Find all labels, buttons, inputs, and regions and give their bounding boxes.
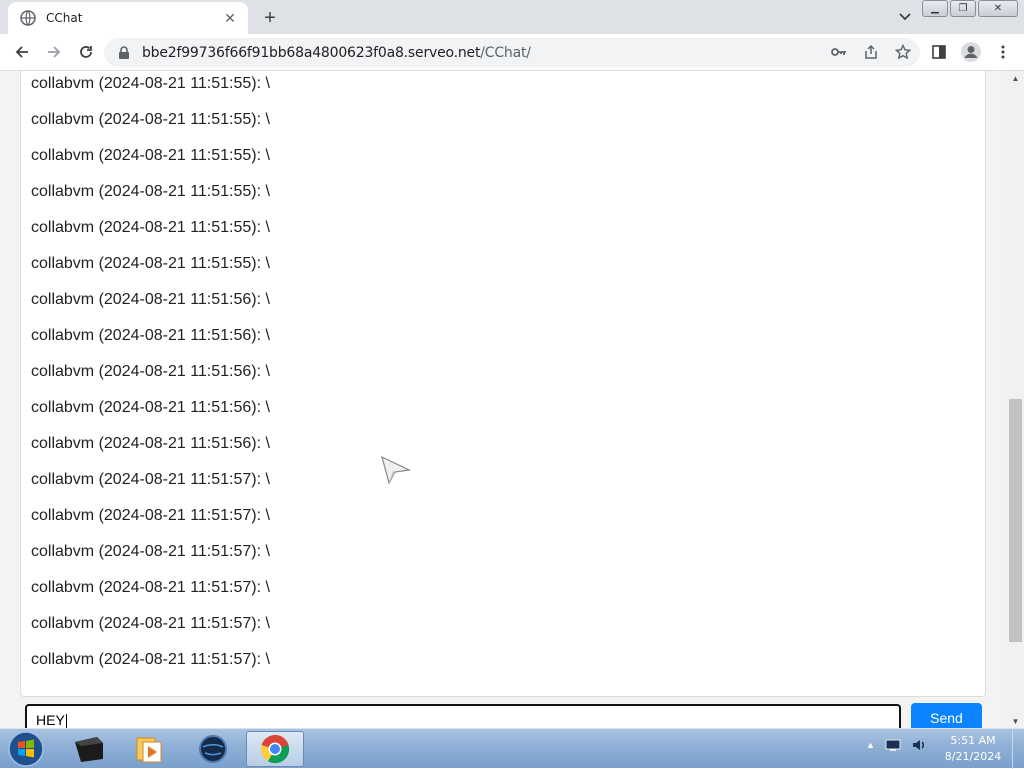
- taskbar-clock[interactable]: 5:51 AM 8/21/2024: [940, 733, 1006, 765]
- tab-title: CChat: [46, 11, 83, 25]
- chat-message: collabvm (2024-08-21 11:51:56): \: [31, 291, 270, 308]
- tray-expand-icon[interactable]: ▲: [866, 740, 875, 750]
- scroll-up-arrow-icon[interactable]: ▲: [1007, 71, 1024, 85]
- start-button[interactable]: [6, 730, 46, 768]
- chat-message: collabvm (2024-08-21 11:51:55): \: [31, 219, 270, 236]
- window-close-button[interactable]: ✕: [978, 0, 1018, 17]
- scroll-down-arrow-icon[interactable]: ▼: [1007, 714, 1024, 728]
- taskbar-app-globe[interactable]: [184, 731, 242, 767]
- network-icon[interactable]: [885, 738, 901, 752]
- volume-icon[interactable]: [911, 737, 927, 753]
- clock-date: 8/21/2024: [944, 750, 1002, 763]
- key-icon[interactable]: [830, 43, 848, 61]
- chat-messages-panel: collabvm (2024-08-21 11:51:55): \ collab…: [20, 71, 986, 697]
- url-path: /CChat/: [480, 44, 531, 61]
- lock-icon[interactable]: [118, 45, 132, 60]
- send-button[interactable]: Send: [911, 703, 982, 728]
- url-host: bbe2f99736f66f91bb68a4800623f0a8.serveo.…: [142, 44, 481, 61]
- network-globe-icon: [199, 735, 227, 763]
- chat-message: collabvm (2024-08-21 11:51:56): \: [31, 363, 270, 380]
- tab-strip: CChat ✕ + ▁ ❐ ✕: [0, 0, 1024, 34]
- window-controls: ▁ ❐ ✕: [922, 0, 1018, 17]
- chat-message: collabvm (2024-08-21 11:51:55): \: [31, 147, 270, 164]
- share-icon[interactable]: [862, 43, 880, 61]
- back-arrow-icon[interactable]: [8, 38, 36, 66]
- mouse-pointer-icon: [381, 456, 411, 484]
- globe-icon: [20, 10, 36, 26]
- taskbar-app-media-player[interactable]: [120, 731, 178, 767]
- chat-message: collabvm (2024-08-21 11:51:56): \: [31, 435, 270, 452]
- chat-message: collabvm (2024-08-21 11:51:57): \: [31, 579, 270, 596]
- side-panel-icon[interactable]: [926, 38, 952, 66]
- profile-avatar-icon[interactable]: [958, 38, 984, 66]
- chat-message: collabvm (2024-08-21 11:51:57): \: [31, 507, 270, 524]
- clock-time: 5:51 AM: [950, 734, 996, 747]
- taskbar: ▲ 5:51 AM 8/21/2024: [0, 728, 1024, 769]
- system-tray: ▲: [866, 737, 927, 753]
- terminal-icon: [75, 737, 103, 762]
- address-bar[interactable]: bbe2f99736f66f91bb68a4800623f0a8.serveo.…: [104, 38, 920, 67]
- url-text: bbe2f99736f66f91bb68a4800623f0a8.serveo.…: [142, 45, 531, 61]
- tab-close-icon[interactable]: ✕: [222, 10, 238, 26]
- chat-message: collabvm (2024-08-21 11:51:55): \: [31, 255, 270, 272]
- chat-message: collabvm (2024-08-21 11:51:57): \: [31, 543, 270, 560]
- chat-message: collabvm (2024-08-21 11:51:57): \: [31, 651, 270, 668]
- tab-search-icon[interactable]: [896, 8, 914, 26]
- maximize-button[interactable]: ❐: [950, 0, 976, 17]
- chrome-icon: [260, 734, 290, 764]
- chat-message: collabvm (2024-08-21 11:51:57): \: [31, 471, 270, 488]
- show-desktop-button[interactable]: [1012, 729, 1024, 769]
- chat-message: collabvm (2024-08-21 11:51:55): \: [31, 111, 270, 128]
- page-scrollbar[interactable]: ▲ ▼: [1007, 71, 1024, 728]
- menu-kebab-icon[interactable]: [990, 38, 1016, 66]
- bookmark-star-icon[interactable]: [894, 43, 912, 61]
- taskbar-app-chrome[interactable]: [246, 731, 304, 767]
- text-caret: [65, 714, 67, 728]
- chat-message: collabvm (2024-08-21 11:51:56): \: [31, 327, 270, 344]
- forward-arrow-icon[interactable]: [40, 38, 68, 66]
- media-player-icon: [136, 737, 162, 763]
- browser-toolbar: bbe2f99736f66f91bb68a4800623f0a8.serveo.…: [0, 34, 1024, 71]
- message-input[interactable]: HEY: [25, 704, 901, 728]
- chat-message: collabvm (2024-08-21 11:51:56): \: [31, 399, 270, 416]
- browser-tab[interactable]: CChat ✕: [8, 2, 248, 34]
- chat-message: collabvm (2024-08-21 11:51:55): \: [31, 183, 270, 200]
- reload-icon[interactable]: [72, 38, 100, 66]
- chat-message: collabvm (2024-08-21 11:51:55): \: [31, 75, 270, 92]
- chat-message: collabvm (2024-08-21 11:51:57): \: [31, 615, 270, 632]
- message-input-value: HEY: [36, 712, 65, 728]
- new-tab-button[interactable]: +: [258, 6, 282, 30]
- taskbar-app-terminal[interactable]: [60, 731, 118, 767]
- scrollbar-thumb[interactable]: [1009, 399, 1022, 642]
- minimize-button[interactable]: ▁: [922, 0, 948, 17]
- page-viewport: collabvm (2024-08-21 11:51:55): \ collab…: [0, 71, 1024, 728]
